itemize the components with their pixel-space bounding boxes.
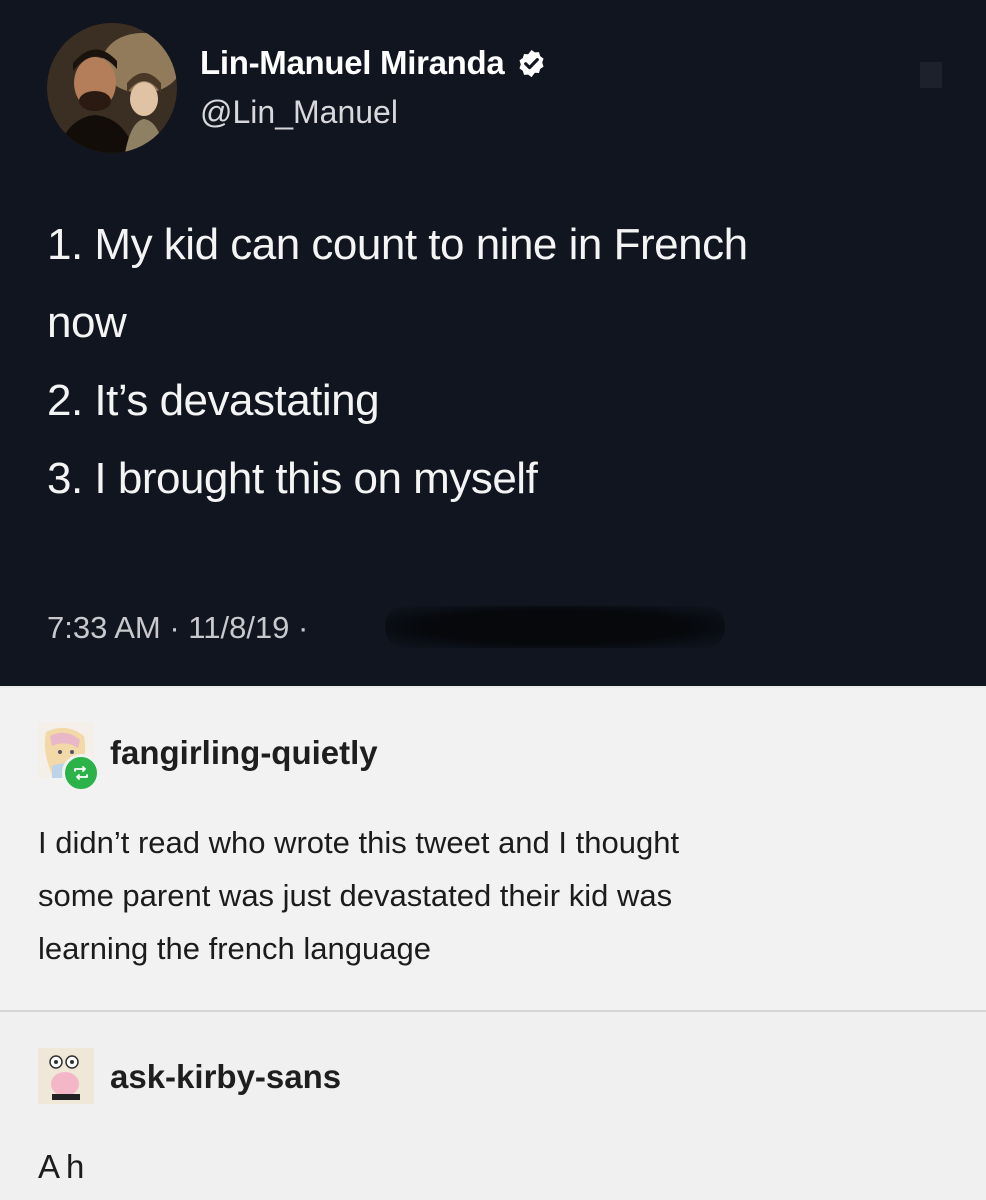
tweet-line-3: 2. It’s devastating	[47, 376, 380, 425]
reblog-icon	[62, 754, 100, 792]
author-handle[interactable]: @Lin_Manuel	[200, 94, 398, 131]
tweet-line-1: 1. My kid can count to nine in French	[47, 220, 748, 269]
post-body-line: learning the french language	[38, 931, 431, 966]
blog-name[interactable]: ask-kirby-sans	[110, 1058, 341, 1096]
tweet-line-2: now	[47, 298, 127, 347]
blog-name[interactable]: fangirling-quietly	[110, 734, 378, 772]
tweet-line-4: 3. I brought this on myself	[47, 454, 538, 503]
post-body-line: some parent was just devastated their ki…	[38, 878, 673, 913]
reblog-post: ask-kirby-sans Ah	[0, 1012, 986, 1200]
bookmark-icon[interactable]	[918, 58, 944, 92]
post-body: I didn’t read who wrote this tweet and I…	[38, 816, 938, 975]
author-avatar[interactable]	[47, 23, 177, 153]
post-body: Ah	[38, 1148, 91, 1185]
tweet-card: Lin-Manuel Miranda @Lin_Manuel 1. My kid…	[0, 0, 986, 686]
reblog-post: fangirling-quietly I didn’t read who wro…	[0, 688, 986, 1010]
post-body-line: I didn’t read who wrote this tweet and I…	[38, 825, 680, 860]
author-name[interactable]: Lin-Manuel Miranda	[200, 44, 505, 82]
author-name-row: Lin-Manuel Miranda	[200, 44, 547, 82]
redacted-source	[385, 606, 725, 648]
verified-badge-icon	[516, 48, 547, 79]
blog-avatar[interactable]	[38, 1048, 94, 1104]
tweet-timestamp[interactable]: 7:33 AM · 11/8/19 ·	[47, 610, 308, 646]
